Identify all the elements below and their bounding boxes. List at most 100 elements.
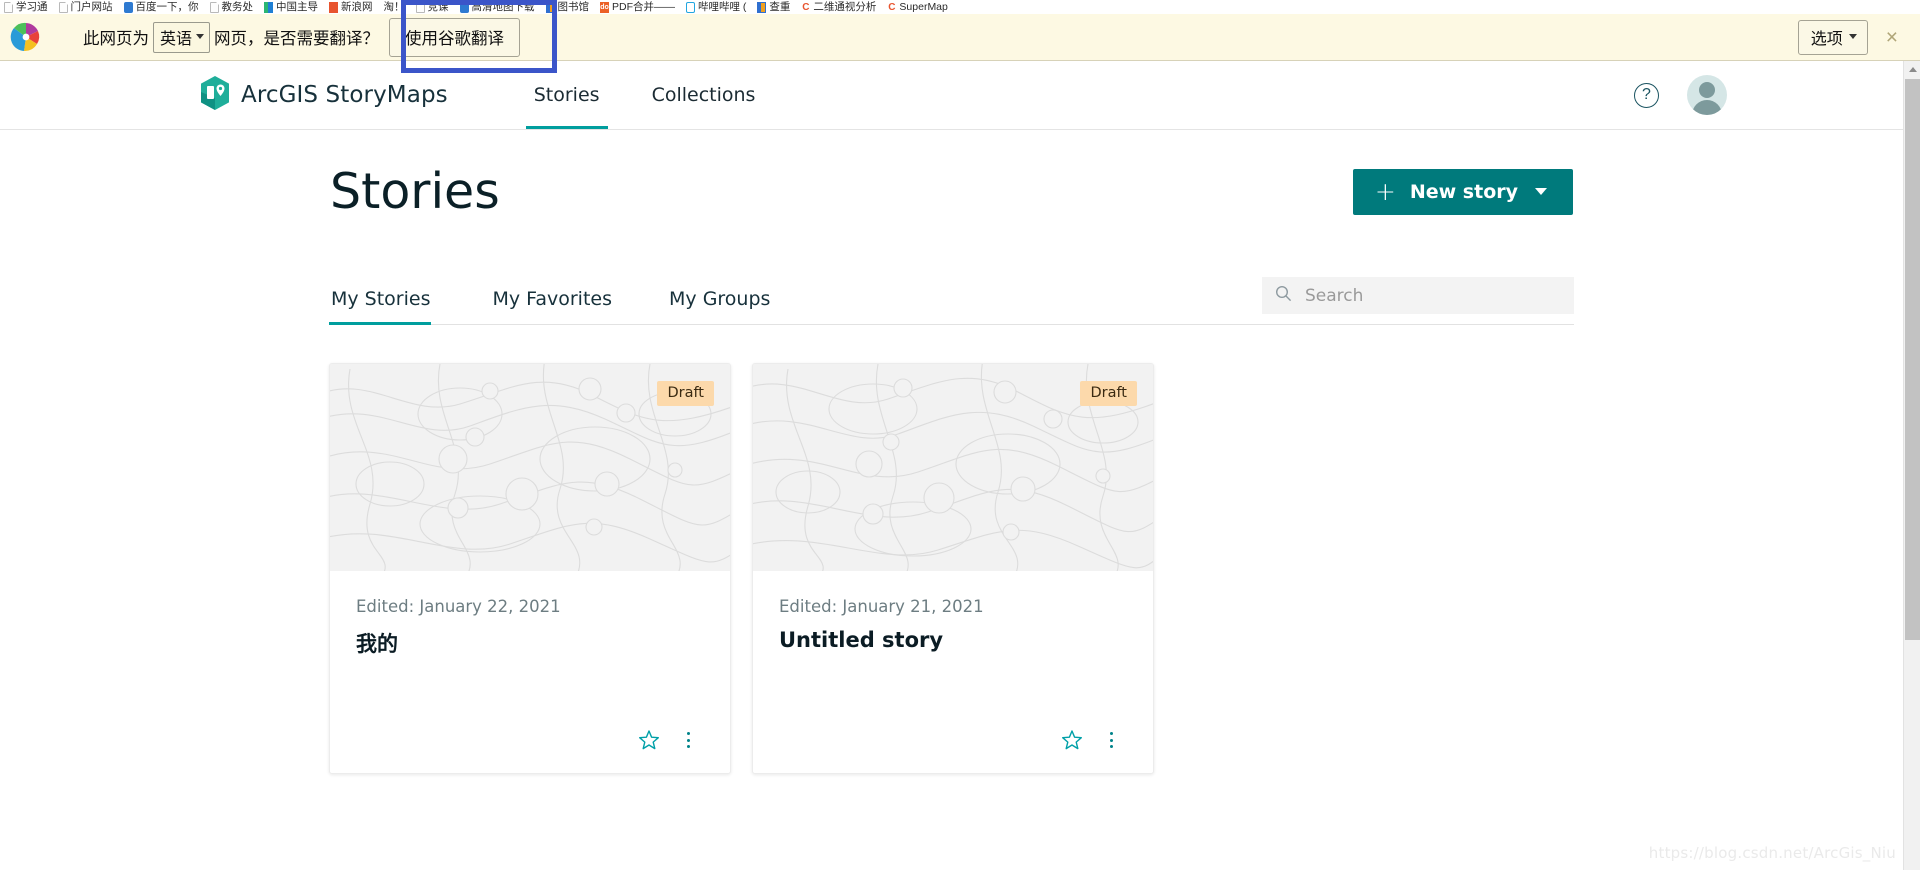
avatar[interactable] <box>1687 75 1727 115</box>
tab-list: My Stories My Favorites My Groups <box>329 288 815 326</box>
bookmark-item[interactable]: 中国主导 <box>264 1 318 13</box>
book-icon <box>545 1 555 13</box>
green-icon <box>264 1 273 13</box>
tab-label: My Groups <box>669 288 771 311</box>
tab-label: My Stories <box>331 288 431 311</box>
star-icon[interactable] <box>1061 729 1083 751</box>
plus-icon: + <box>1374 177 1396 207</box>
bookmark-label: 新浪网 <box>341 1 373 13</box>
bookmark-item[interactable]: 竞课 <box>415 1 449 13</box>
pdf-icon: do <box>600 1 609 13</box>
translate-options-button[interactable]: 选项 <box>1797 19 1868 55</box>
tab-my-favorites[interactable]: My Favorites <box>481 288 625 324</box>
bookmark-label: 淘！ <box>383 1 405 13</box>
chevron-down-icon <box>1535 188 1547 196</box>
app-brand[interactable]: ArcGIS StoryMaps <box>200 75 448 115</box>
bookmark-item[interactable]: 查重 <box>757 1 790 13</box>
search-box[interactable] <box>1262 277 1574 315</box>
bookmark-label: 竞课 <box>427 1 449 13</box>
chevron-down-icon <box>196 34 205 39</box>
bookmark-label: 哔哩哔哩 ( <box>698 1 747 13</box>
header-right-actions: ? <box>1634 75 1903 115</box>
bookmark-item[interactable]: 教务处 <box>209 1 254 13</box>
bookmark-label: SuperMap <box>899 1 948 13</box>
close-icon[interactable]: × <box>1886 27 1898 48</box>
scroll-up-arrow-icon[interactable] <box>1904 61 1920 78</box>
kebab-menu-icon[interactable] <box>678 729 698 751</box>
story-card-body: Edited: January 21, 2021 Untitled story <box>753 571 1153 773</box>
translate-infobar: 此网页为 英语 网页，是否需要翻译？ 使用谷歌翻译 选项 × <box>0 14 1920 61</box>
page-icon <box>415 1 425 13</box>
new-story-label: New story <box>1409 180 1518 203</box>
story-card[interactable]: Draft Edited: January 21, 2021 Untitled … <box>752 363 1154 775</box>
bookmark-label: 查重 <box>769 1 791 13</box>
bookmark-label: 教务处 <box>221 1 254 13</box>
page-scrollbar[interactable] <box>1903 61 1920 870</box>
bookmark-item[interactable]: 哔哩哔哩 ( <box>686 1 746 13</box>
bookmark-item[interactable]: 高清地图下载 <box>459 1 535 13</box>
browser-bookmarks-bar: 学习通 门户网站 百度一下，你 教务处 中国主导 新浪网 淘！ 竞课 高清地图下… <box>0 0 1920 14</box>
translate-prompt-suffix: 网页，是否需要翻译？ <box>214 29 380 48</box>
story-card[interactable]: Draft Edited: January 22, 2021 我的 <box>329 363 731 775</box>
story-thumbnail: Draft <box>753 364 1153 572</box>
bookmark-item[interactable]: C SuperMap <box>887 1 948 13</box>
status-badge: Draft <box>657 381 714 407</box>
bookmark-label: PDF合并—— <box>612 1 675 13</box>
page-icon <box>58 1 68 13</box>
search-icon <box>1275 285 1292 307</box>
page-icon <box>4 1 13 13</box>
tab-label: My Favorites <box>492 288 613 311</box>
bookmark-item[interactable]: 淘！ <box>384 1 405 13</box>
tab-my-stories[interactable]: My Stories <box>329 288 443 326</box>
tabs-row: My Stories My Favorites My Groups <box>329 277 1574 326</box>
bookmark-item[interactable]: 新浪网 <box>329 1 373 13</box>
c-icon: C <box>888 1 896 13</box>
nav-item-collections[interactable]: Collections <box>626 61 782 129</box>
search-input[interactable] <box>1303 284 1543 307</box>
bookmark-label: 百度一下，你 <box>135 1 199 13</box>
story-thumbnail: Draft <box>330 364 730 572</box>
bookmark-item[interactable]: do PDF合并—— <box>600 1 675 13</box>
chevron-down-icon <box>1848 34 1857 39</box>
story-title: 我的 <box>356 632 398 657</box>
translate-bar-right-controls: 选项 × <box>1797 19 1920 55</box>
bookmark-label: 高清地图下载 <box>471 1 535 13</box>
story-edited-date: Edited: January 22, 2021 <box>356 597 561 617</box>
watermark-text: https://blog.csdn.net/ArcGis_Niu <box>1648 844 1896 862</box>
bookmark-label: 门户网站 <box>70 1 113 13</box>
c-icon: C <box>802 1 810 13</box>
bookmark-item[interactable]: 图书馆 <box>545 1 590 13</box>
scrollbar-thumb[interactable] <box>1905 79 1920 640</box>
bookmark-item[interactable]: 学习通 <box>4 1 48 13</box>
page-title-row: Stories + New story <box>329 166 1574 217</box>
page-title: Stories <box>330 163 500 220</box>
story-card-body: Edited: January 22, 2021 我的 <box>330 571 730 773</box>
orange-icon <box>329 1 338 13</box>
page-content: Stories + New story My Stories My Favori… <box>0 130 1903 775</box>
map-icon <box>459 1 469 13</box>
bookmark-label: 图书馆 <box>557 1 590 13</box>
bookmark-item[interactable]: 门户网站 <box>58 1 113 13</box>
use-google-translate-button[interactable]: 使用谷歌翻译 <box>389 17 521 57</box>
bilibili-icon <box>686 1 695 13</box>
kebab-menu-icon[interactable] <box>1101 729 1121 751</box>
app-header: ArcGIS StoryMaps Stories Collections ? <box>0 61 1903 130</box>
story-title: Untitled story <box>779 628 944 653</box>
bookmark-label: 中国主导 <box>276 1 318 13</box>
translate-language-select[interactable]: 英语 <box>153 21 211 53</box>
tab-my-groups[interactable]: My Groups <box>657 288 782 324</box>
nav-item-stories[interactable]: Stories <box>508 61 626 129</box>
bookmark-item[interactable]: 百度一下，你 <box>123 1 199 13</box>
baidu-icon <box>123 1 133 13</box>
bookmark-item[interactable]: C 二维通视分析 <box>801 1 876 13</box>
book-icon <box>757 1 767 13</box>
google-translate-logo-icon <box>9 20 43 54</box>
nav-label: Collections <box>651 84 756 106</box>
avatar-body <box>1692 100 1722 115</box>
new-story-button[interactable]: + New story <box>1352 168 1573 215</box>
story-card-grid: Draft Edited: January 22, 2021 我的 Draft … <box>329 363 1574 775</box>
story-card-actions <box>779 729 1127 773</box>
star-icon[interactable] <box>638 729 660 751</box>
help-icon[interactable]: ? <box>1634 82 1659 108</box>
bookmark-label: 二维通视分析 <box>813 1 877 13</box>
